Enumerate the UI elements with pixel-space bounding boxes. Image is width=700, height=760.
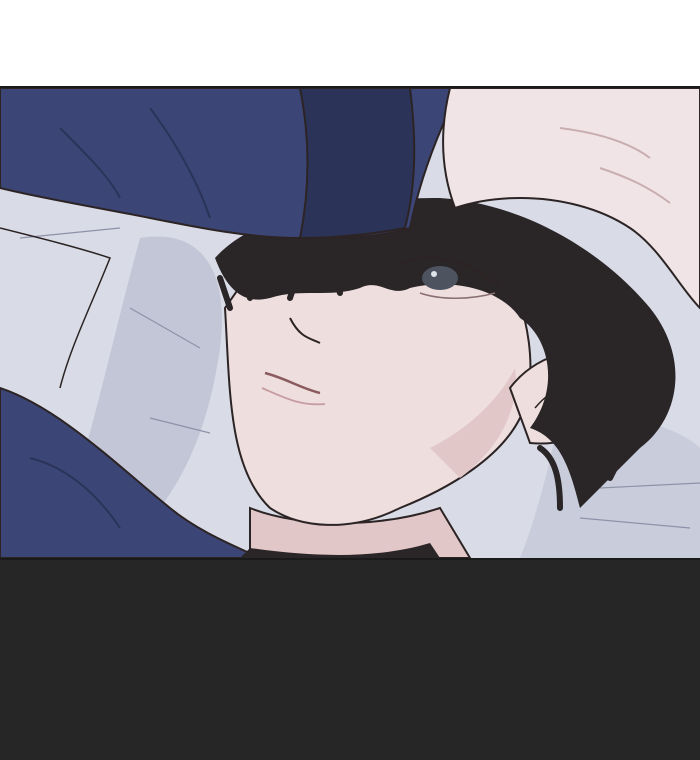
comic-panel-illustration xyxy=(0,88,700,558)
comic-page xyxy=(0,0,700,760)
comic-panel xyxy=(0,86,700,560)
iris xyxy=(422,266,458,290)
top-gutter xyxy=(0,0,700,86)
pupil-highlight xyxy=(431,271,437,277)
bottom-gutter-dark xyxy=(0,560,700,760)
sleeve-cuff xyxy=(298,88,416,240)
